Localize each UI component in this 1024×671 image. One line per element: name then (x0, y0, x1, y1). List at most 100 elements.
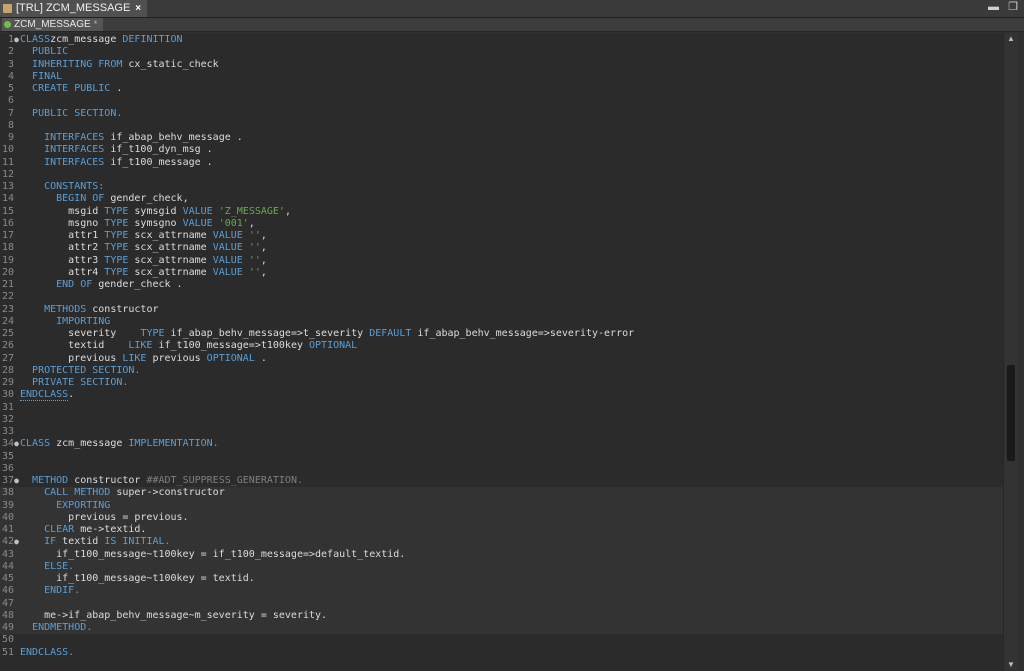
code-line[interactable]: 28 PROTECTED SECTION. (0, 365, 1003, 377)
code-editor[interactable]: 1 ● CLASSzcm_message DEFINITION 2 PUBLIC 3 I… (0, 33, 1003, 671)
code-line[interactable]: 10 INTERFACES if_t100_dyn_msg . (0, 144, 1003, 156)
vertical-scrollbar[interactable]: ▲ ▼ (1003, 33, 1018, 671)
scrollbar-thumb[interactable] (1007, 365, 1015, 461)
minimize-icon[interactable]: ▬ (988, 0, 999, 17)
code-line[interactable]: 22 (0, 291, 1003, 303)
editor-tab-zcm-message[interactable]: [TRL] ZCM_MESSAGE × (0, 0, 148, 17)
editor-tab-bar: [TRL] ZCM_MESSAGE × ▬ ❐ (0, 0, 1024, 18)
code-line[interactable]: 12 (0, 169, 1003, 181)
line-number: 2 (7, 46, 14, 58)
code-line[interactable]: 51 ENDCLASS. (0, 647, 1003, 659)
fold-marker-icon[interactable]: ● (14, 438, 19, 450)
code-line[interactable]: 49 ENDMETHOD. (0, 622, 1003, 635)
line-number: 9 (7, 132, 14, 143)
code-line[interactable]: 9 INTERFACES if_abap_behv_message . (0, 132, 1003, 144)
code-line[interactable]: 15 msgid TYPE symsgid VALUE 'Z_MESSAGE', (0, 206, 1003, 218)
code-line[interactable]: 11 INTERFACES if_t100_message . (0, 157, 1003, 169)
code-text: attr2 TYPE scx_attrname VALUE '', (20, 242, 267, 254)
code-line[interactable]: 35 (0, 451, 1003, 463)
code-line[interactable]: 42 ● IF textid IS INITIAL. (0, 536, 1003, 549)
code-text: END OF gender_check . (56, 279, 183, 290)
code-line[interactable]: 36 (0, 463, 1003, 475)
code-text: if_t100_message~t100key = if_t100_messag… (20, 548, 406, 560)
line-number: 19 (1, 254, 14, 266)
code-line[interactable]: 17 attr1 TYPE scx_attrname VALUE '', (0, 230, 1003, 242)
code-line[interactable]: 46 ENDIF. (0, 585, 1003, 598)
line-number: 20 (1, 266, 14, 278)
code-text: BEGIN OF gender_check, (56, 193, 189, 205)
code-line[interactable]: 3 INHERITING FROM cx_static_check (0, 59, 1003, 71)
code-line[interactable]: 1 ● CLASSzcm_message DEFINITION (0, 34, 1003, 46)
code-line[interactable]: 2 PUBLIC (0, 46, 1003, 58)
line-number: 48 (1, 609, 14, 621)
code-line[interactable]: 30 ENDCLASS. (0, 389, 1003, 402)
line-number: 29 (1, 377, 14, 388)
line-number: 7 (7, 107, 14, 119)
code-line[interactable]: 6 (0, 95, 1003, 107)
code-line[interactable]: 31 (0, 402, 1003, 414)
line-number: 5 (7, 83, 14, 94)
line-number: 21 (1, 279, 14, 290)
code-line[interactable]: 5 CREATE PUBLIC . (0, 83, 1003, 95)
line-number: 27 (1, 352, 14, 364)
abap-class-icon (3, 4, 12, 13)
code-line[interactable]: 45 if_t100_message~t100key = textid. (0, 573, 1003, 586)
code-line[interactable]: 32 (0, 414, 1003, 426)
fold-marker-icon[interactable]: ● (14, 34, 19, 46)
code-line[interactable]: 44 ELSE. (0, 560, 1003, 573)
code-line[interactable]: 37 ● METHOD constructor ##ADT_SUPPRESS_GE… (0, 475, 1003, 487)
code-line[interactable]: 18 attr2 TYPE scx_attrname VALUE '', (0, 242, 1003, 254)
code-text: IMPORTING (56, 315, 111, 327)
code-text: ENDCLASS. (20, 646, 75, 658)
line-number: 3 (7, 58, 14, 70)
code-text: INTERFACES if_t100_message . (44, 156, 213, 168)
code-line[interactable]: 16 msgno TYPE symsgno VALUE '001', (0, 218, 1003, 230)
code-line[interactable]: 40 previous = previous. (0, 511, 1003, 524)
line-number: 1 (7, 34, 14, 45)
fold-marker-icon[interactable]: ● (14, 536, 19, 548)
code-line[interactable]: 26 textid LIKE if_t100_message=>t100key … (0, 340, 1003, 352)
line-number: 10 (1, 144, 14, 156)
line-number: 41 (1, 524, 14, 535)
code-line[interactable]: 19 attr3 TYPE scx_attrname VALUE '', (0, 255, 1003, 267)
line-number: 47 (1, 597, 14, 609)
code-line[interactable]: 20 attr4 TYPE scx_attrname VALUE '', (0, 267, 1003, 279)
scroll-down-icon[interactable]: ▼ (1004, 659, 1018, 671)
code-line[interactable]: 34 ● CLASS zcm_message IMPLEMENTATION. (0, 438, 1003, 450)
code-line[interactable]: 43 if_t100_message~t100key = if_t100_mes… (0, 548, 1003, 561)
source-tab[interactable]: ZCM_MESSAGE * (2, 18, 104, 31)
code-line[interactable]: 33 (0, 426, 1003, 438)
scroll-up-icon[interactable]: ▲ (1004, 33, 1018, 45)
code-line[interactable]: 29 PRIVATE SECTION. (0, 377, 1003, 389)
line-number: 35 (1, 450, 14, 462)
code-text: PUBLIC SECTION. (32, 107, 123, 119)
line-number: 8 (7, 119, 14, 131)
maximize-icon[interactable]: ❐ (1008, 0, 1018, 17)
code-line[interactable]: 38 CALL METHOD super->constructor (0, 487, 1003, 500)
code-line[interactable]: 48 me->if_abap_behv_message~m_severity =… (0, 609, 1003, 622)
code-line[interactable]: 21 END OF gender_check . (0, 279, 1003, 291)
code-text: PRIVATE SECTION. (32, 377, 129, 388)
line-number: 16 (1, 217, 14, 229)
line-number: 33 (1, 426, 14, 437)
code-text: CALL METHOD super->constructor (44, 487, 225, 499)
code-line[interactable]: 50 (0, 634, 1003, 646)
code-line[interactable]: 7 PUBLIC SECTION. (0, 108, 1003, 120)
code-line[interactable]: 24 IMPORTING (0, 316, 1003, 328)
code-line[interactable]: 47 (0, 597, 1003, 610)
code-line[interactable]: 4 FINAL (0, 71, 1003, 83)
line-number: 14 (1, 193, 14, 205)
code-line[interactable]: 27 previous LIKE previous OPTIONAL . (0, 353, 1003, 365)
code-line[interactable]: 13 CONSTANTS: (0, 181, 1003, 193)
code-text: PUBLIC (32, 46, 69, 58)
code-line[interactable]: 14 BEGIN OF gender_check, (0, 193, 1003, 205)
code-line[interactable]: 41 CLEAR me->textid. (0, 524, 1003, 537)
code-line[interactable]: 23 METHODS constructor (0, 304, 1003, 316)
line-number: 45 (1, 573, 14, 584)
fold-marker-icon[interactable]: ● (14, 475, 19, 487)
close-tab-icon[interactable]: × (135, 0, 141, 17)
code-line[interactable]: 39 EXPORTING (0, 499, 1003, 512)
code-line[interactable]: 8 (0, 120, 1003, 132)
code-line[interactable]: 25 severity TYPE if_abap_behv_message=>t… (0, 328, 1003, 340)
code-text: attr3 TYPE scx_attrname VALUE '', (20, 254, 267, 266)
